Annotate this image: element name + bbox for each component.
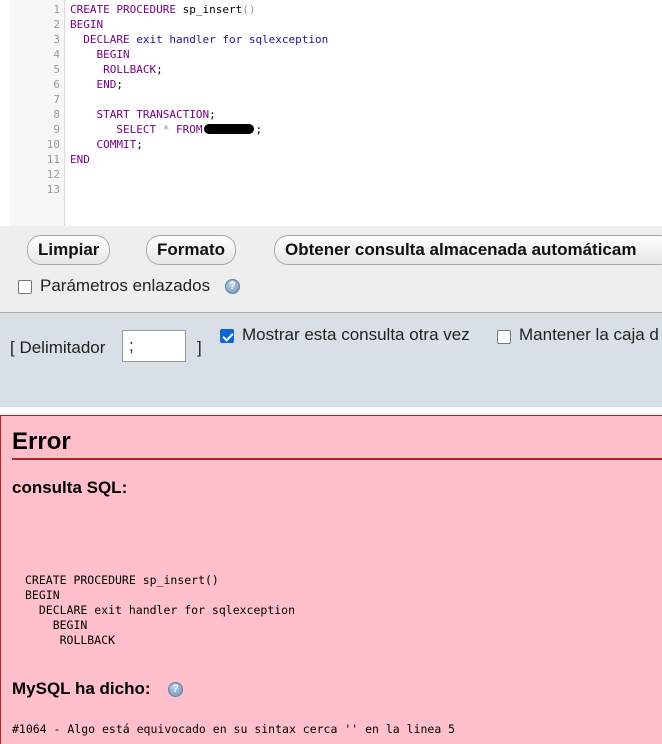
format-button[interactable]: Formato bbox=[146, 235, 236, 265]
get-auto-saved-query-button[interactable]: Obtener consulta almacenada automáticam bbox=[274, 235, 662, 265]
clear-button[interactable]: Limpiar bbox=[27, 235, 111, 265]
sql-query-line: CREATE PROCEDURE sp_insert() bbox=[25, 573, 219, 587]
code-line: END; bbox=[70, 77, 124, 92]
code-line: START TRANSACTION; bbox=[70, 107, 216, 122]
line-number: 7 bbox=[53, 93, 60, 106]
code-keyword: BEGIN bbox=[96, 48, 130, 61]
line-number: 3 bbox=[53, 33, 60, 46]
code-keyword: END bbox=[70, 153, 90, 166]
query-toolbar: Limpiar Formato Obtener consulta almacen… bbox=[0, 226, 662, 312]
line-number: 8 bbox=[53, 108, 60, 121]
sql-query-line: BEGIN bbox=[25, 588, 60, 602]
delimiter-label: [ Delimitador bbox=[10, 338, 106, 357]
delimiter-input[interactable] bbox=[122, 330, 186, 362]
code-keyword: ROLLBACK bbox=[103, 63, 157, 76]
code-line: SELECT * FROM; bbox=[70, 122, 262, 137]
line-number: 5 bbox=[53, 63, 60, 76]
query-options-bar: [ Delimitador ] Mostrar esta consulta ot… bbox=[0, 312, 662, 407]
code-line: BEGIN bbox=[70, 47, 130, 62]
code-keyword: FROM bbox=[175, 123, 203, 136]
code-operator: * bbox=[156, 123, 176, 136]
line-number: 1 bbox=[53, 3, 60, 16]
sql-editor[interactable]: 1 2 3 4 5 6 7 8 9 10 11 12 13 CREATE PRO… bbox=[10, 0, 662, 226]
code-punctuation: ; bbox=[136, 138, 143, 151]
code-keyword: END bbox=[96, 78, 117, 91]
code-punctuation: ; bbox=[209, 108, 216, 121]
code-keyword: CREATE PROCEDURE bbox=[70, 3, 176, 16]
code-line: END bbox=[70, 152, 90, 167]
code-keyword: SELECT bbox=[116, 123, 157, 136]
sql-query-heading: consulta SQL: bbox=[12, 478, 128, 497]
code-line: COMMIT; bbox=[70, 137, 143, 152]
sql-query-line: DECLARE exit handler for sqlexception bbox=[25, 603, 296, 617]
code-line: ROLLBACK; bbox=[70, 62, 163, 77]
delimiter-close-bracket: ] bbox=[197, 338, 202, 357]
error-title-rule bbox=[12, 458, 662, 460]
sql-query-line: ROLLBACK bbox=[25, 633, 116, 647]
code-line: CREATE PROCEDURE sp_insert() bbox=[70, 2, 255, 17]
line-number: 13 bbox=[46, 183, 60, 196]
sql-query-line: BEGIN bbox=[25, 618, 88, 632]
line-number: 6 bbox=[53, 78, 60, 91]
show-query-again-label[interactable]: Mostrar esta consulta otra vez bbox=[242, 325, 470, 345]
line-number: 9 bbox=[53, 123, 60, 136]
bind-parameters-checkbox[interactable] bbox=[18, 280, 32, 294]
line-number: 2 bbox=[53, 18, 60, 31]
code-keyword: BEGIN bbox=[70, 18, 104, 31]
mysql-said-heading: MySQL ha dicho: bbox=[12, 679, 151, 698]
keep-query-box-label[interactable]: Mantener la caja d bbox=[519, 325, 659, 345]
code-punctuation: ; bbox=[255, 123, 263, 136]
line-number: 11 bbox=[46, 153, 60, 166]
keep-query-box-checkbox[interactable] bbox=[497, 330, 511, 344]
line-number: 10 bbox=[46, 138, 60, 151]
error-panel: Error consulta SQL: CREATE PROCEDURE sp_… bbox=[0, 415, 662, 744]
code-line: BEGIN bbox=[70, 17, 103, 32]
code-keyword: COMMIT bbox=[96, 138, 137, 151]
help-icon[interactable]: ? bbox=[225, 279, 240, 294]
redaction-mark bbox=[204, 124, 255, 134]
help-icon[interactable]: ? bbox=[168, 682, 183, 697]
code-identifier: exit handler for sqlexception bbox=[129, 33, 329, 46]
code-line: DECLARE exit handler for sqlexception bbox=[70, 32, 328, 47]
code-keyword: DECLARE bbox=[83, 33, 130, 46]
code-area[interactable]: CREATE PROCEDURE sp_insert() BEGIN DECLA… bbox=[66, 0, 662, 226]
line-number: 12 bbox=[46, 168, 60, 181]
code-keyword: START TRANSACTION bbox=[96, 108, 210, 121]
code-punctuation: ; bbox=[156, 63, 163, 76]
mysql-error-message: #1064 - Algo está equivocado en su sinta… bbox=[12, 722, 456, 736]
line-number: 4 bbox=[53, 48, 60, 61]
code-identifier: sp_insert bbox=[175, 3, 243, 16]
show-query-again-checkbox[interactable] bbox=[220, 329, 234, 343]
code-punctuation: () bbox=[242, 3, 256, 16]
error-title: Error bbox=[12, 428, 71, 455]
code-punctuation: ; bbox=[116, 78, 123, 91]
bind-parameters-label[interactable]: Parámetros enlazados bbox=[40, 276, 210, 296]
line-number-gutter: 1 2 3 4 5 6 7 8 9 10 11 12 13 bbox=[10, 0, 65, 226]
